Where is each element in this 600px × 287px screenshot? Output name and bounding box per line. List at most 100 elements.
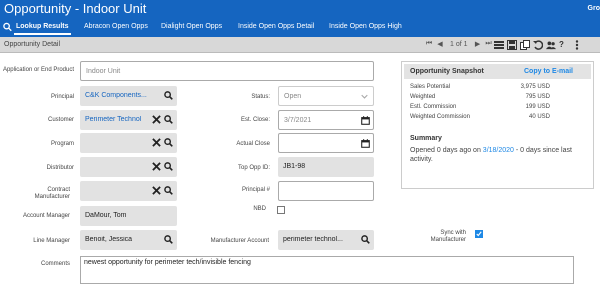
manufacturer-account-value: perimeter technol...	[283, 236, 343, 243]
snapshot-row-label: Estl. Commission	[410, 104, 457, 110]
tab-abracon-open-opps[interactable]: Abracon Open Opps	[84, 23, 148, 30]
application-label: Application or End Product	[2, 67, 74, 73]
help-icon[interactable]: ?	[559, 40, 569, 50]
search-icon[interactable]	[164, 162, 173, 171]
comments-value: newest opportunity for perimeter tech/in…	[84, 259, 251, 266]
program-field[interactable]	[80, 133, 177, 153]
search-icon[interactable]	[164, 91, 173, 100]
customer-label: Customer	[47, 117, 74, 123]
save-icon[interactable]	[507, 40, 517, 50]
nbd-checkbox[interactable]	[277, 206, 285, 214]
snapshot-row-value: 3,975 USD	[520, 84, 550, 90]
search-icon[interactable]	[361, 235, 370, 244]
line-manager-label: Line Manager	[33, 238, 70, 244]
top-opp-id-value: JB1-98	[283, 163, 306, 170]
overflow-icon[interactable]	[572, 40, 582, 50]
principal-label: Principal	[50, 94, 74, 100]
copy-icon[interactable]	[520, 40, 530, 50]
prev-page-icon[interactable]: ◀	[436, 40, 444, 48]
snapshot-header: Opportunity Snapshot Copy to E-mail	[404, 64, 591, 79]
detail-toolbar: Opportunity Detail ⏮ ◀ 1 of 1 ▶ ⏭ ?	[0, 37, 600, 53]
tab-bar: Lookup Results Abracon Open Opps Dialigh…	[0, 19, 600, 37]
customer-field[interactable]: Perimeter Technol	[80, 110, 177, 130]
tab-inside-open-opps-high[interactable]: Inside Open Opps High	[329, 23, 402, 30]
calendar-icon[interactable]	[361, 116, 370, 125]
users-icon[interactable]	[546, 40, 556, 50]
tab-dialight-open-opps[interactable]: Dialight Open Opps	[161, 23, 222, 30]
principal-value[interactable]: C&K Components...	[85, 92, 159, 99]
application-field[interactable]: Indoor Unit	[80, 61, 374, 81]
pager: ⏮ ◀ 1 of 1 ▶ ⏭	[425, 40, 493, 48]
summary-text: Opened 0 days ago on 3/18/2020 - 0 days …	[410, 146, 590, 164]
search-icon[interactable]	[164, 186, 173, 195]
nbd-label: NBD	[253, 206, 266, 212]
undo-icon[interactable]	[533, 40, 543, 50]
principal-number-label: Principal #	[241, 187, 270, 193]
manufacturer-account-field[interactable]: perimeter technol...	[278, 230, 374, 250]
clear-icon[interactable]	[152, 162, 161, 171]
tab-lookup-results[interactable]: Lookup Results	[14, 23, 71, 35]
comments-label: Comments	[40, 261, 70, 267]
section-title: Opportunity Detail	[4, 41, 61, 48]
checkmark-icon	[476, 231, 482, 237]
actual-close-field[interactable]	[278, 133, 374, 153]
next-page-icon[interactable]: ▶	[474, 40, 482, 48]
customer-value[interactable]: Perimeter Technol	[85, 116, 150, 123]
account-manager-label: Account Manager	[22, 213, 70, 219]
snapshot-row-label: Weighted Commission	[410, 114, 470, 120]
page-indicator: 1 of 1	[450, 40, 468, 48]
status-select[interactable]: Open	[278, 86, 374, 106]
contract-manufacturer-label: Contract Manufacturer	[34, 187, 70, 200]
principal-number-field[interactable]	[278, 181, 374, 201]
user-menu[interactable]: Gro	[588, 5, 600, 12]
list-icon[interactable]	[494, 40, 504, 50]
status-label: Status:	[251, 94, 270, 100]
principal-field[interactable]: C&K Components...	[80, 86, 177, 106]
clear-icon[interactable]	[152, 138, 161, 147]
contract-manufacturer-field[interactable]	[80, 181, 177, 201]
chevron-down-icon	[361, 94, 368, 99]
copy-to-email-link[interactable]: Copy to E-mail	[524, 68, 573, 75]
page-title: Opportunity - Indoor Unit	[4, 1, 147, 16]
snapshot-row-value: 199 USD	[525, 104, 550, 110]
summary-date-link[interactable]: 3/18/2020	[483, 147, 514, 154]
manufacturer-account-label: Manufacturer Account	[210, 238, 269, 244]
comments-field[interactable]: newest opportunity for perimeter tech/in…	[80, 256, 574, 284]
status-value: Open	[284, 93, 302, 100]
first-page-icon[interactable]: ⏮	[425, 40, 433, 48]
actual-close-label: Actual Close	[236, 141, 270, 147]
top-opp-id-label: Top Opp ID:	[237, 165, 270, 171]
clear-icon[interactable]	[152, 115, 161, 124]
title-bar: Opportunity - Indoor Unit Gro	[0, 0, 600, 19]
account-manager-value: DaMour, Tom	[85, 212, 127, 219]
snapshot-row-label: Sales Potential	[410, 84, 451, 90]
application-value: Indoor Unit	[86, 68, 121, 75]
last-page-icon[interactable]: ⏭	[485, 40, 493, 48]
clear-icon[interactable]	[152, 186, 161, 195]
summary-title: Summary	[410, 135, 442, 142]
tab-inside-open-opps-detail[interactable]: Inside Open Opps Detail	[238, 23, 314, 30]
sync-with-manufacturer-checkbox[interactable]	[475, 230, 483, 238]
toolbar-icons: ?	[494, 40, 582, 50]
snapshot-row-value: 40 USD	[528, 114, 550, 120]
search-icon[interactable]	[3, 22, 12, 32]
program-label: Program	[50, 141, 74, 147]
search-icon[interactable]	[164, 138, 173, 147]
top-opp-id-field: JB1-98	[278, 157, 374, 177]
line-manager-value: Benoit, Jessica	[85, 236, 133, 243]
account-manager-field[interactable]: DaMour, Tom	[80, 206, 177, 226]
line-manager-field[interactable]: Benoit, Jessica	[80, 230, 177, 250]
opportunity-snapshot-panel: Opportunity Snapshot Copy to E-mail Sale…	[401, 61, 594, 189]
search-icon[interactable]	[164, 115, 173, 124]
summary-opened-text: Opened 0 days ago on	[410, 147, 481, 154]
distributor-field[interactable]	[80, 157, 177, 177]
snapshot-row-label: Weighted	[410, 94, 436, 100]
sync-with-manufacturer-label: Sync with Manufacturer	[430, 230, 466, 243]
snapshot-row-value: 795 USD	[525, 94, 550, 100]
search-icon[interactable]	[164, 235, 173, 244]
distributor-label: Distributor	[46, 165, 74, 171]
est-close-field[interactable]: 3/7/2021	[278, 110, 374, 130]
calendar-icon[interactable]	[361, 139, 370, 148]
est-close-label: Est. Close:	[240, 117, 270, 123]
snapshot-title: Opportunity Snapshot	[410, 68, 484, 75]
